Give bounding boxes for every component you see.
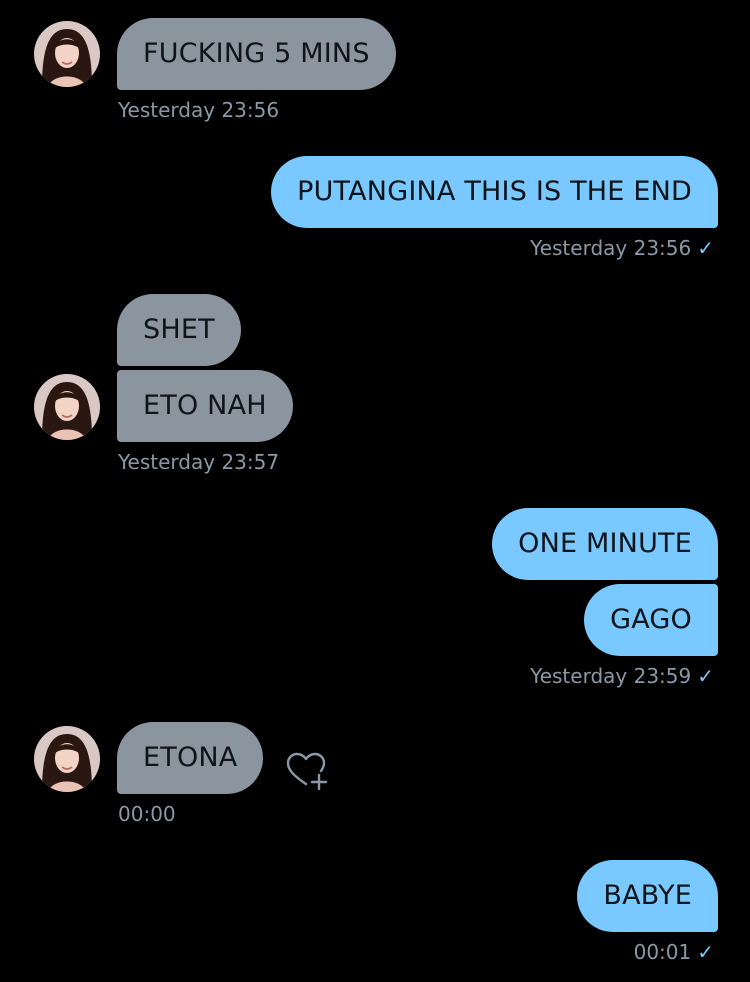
timestamp-text: Yesterday 23:59 — [530, 664, 692, 688]
checkmark-icon: ✓ — [697, 236, 714, 260]
checkmark-icon: ✓ — [697, 664, 714, 688]
message-timestamp: 00:00 — [118, 802, 176, 826]
timestamp-text: Yesterday 23:57 — [118, 450, 280, 474]
message-timestamp: Yesterday 23:56 — [118, 98, 279, 122]
message-timestamp: 00:01 ✓ — [634, 940, 714, 964]
timestamp-text: Yesterday 23:56 — [530, 236, 692, 260]
avatar-photo — [34, 21, 100, 87]
checkmark-icon: ✓ — [697, 940, 714, 964]
avatar-photo — [34, 374, 100, 440]
message-bubble-outgoing[interactable]: PUTANGINA THIS IS THE END — [271, 156, 718, 228]
heart-plus-icon-svg — [286, 752, 328, 791]
message-bubble-outgoing[interactable]: GAGO — [584, 584, 718, 656]
message-bubble-incoming[interactable]: SHET — [117, 294, 241, 366]
contact-avatar[interactable] — [34, 21, 100, 87]
message-bubble-outgoing[interactable]: ONE MINUTE — [492, 508, 718, 580]
timestamp-text: 00:00 — [118, 802, 176, 826]
avatar-photo — [34, 726, 100, 792]
timestamp-text: Yesterday 23:56 — [118, 98, 280, 122]
message-timestamp: Yesterday 23:56 ✓ — [530, 236, 714, 260]
contact-avatar[interactable] — [34, 374, 100, 440]
message-bubble-incoming[interactable]: FUCKING 5 MINS — [117, 18, 396, 90]
message-timestamp: Yesterday 23:59 ✓ — [530, 664, 714, 688]
message-timestamp: Yesterday 23:57 — [118, 450, 279, 474]
timestamp-text: 00:01 — [633, 940, 692, 964]
contact-avatar[interactable] — [34, 726, 100, 792]
message-bubble-incoming[interactable]: ETONA — [117, 722, 264, 794]
message-bubble-incoming[interactable]: ETO NAH — [117, 370, 293, 442]
heart-plus-icon[interactable] — [282, 746, 330, 794]
message-bubble-outgoing[interactable]: BABYE — [577, 860, 718, 932]
